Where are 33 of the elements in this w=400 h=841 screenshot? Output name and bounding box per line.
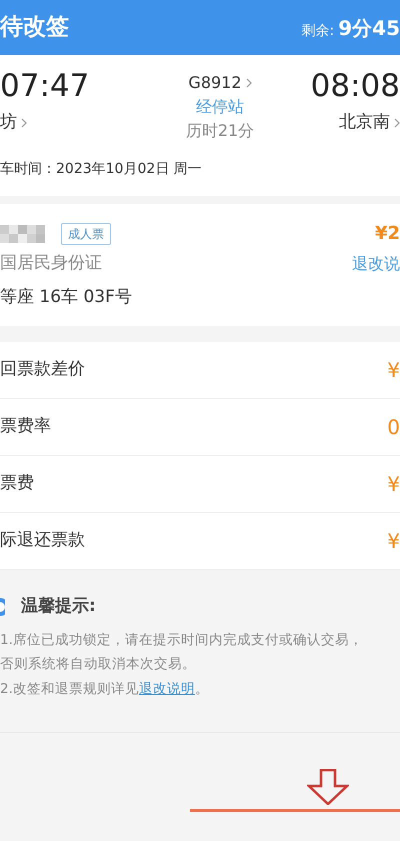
- departure-time: 07:47: [0, 71, 90, 102]
- chevron-icon: [246, 78, 252, 88]
- notice-text: 1.席位已成功锁定，请在提示时间内完成支付或确认交易，否则系统将自动取消本次交易。: [0, 630, 364, 674]
- ticket-type-tag: 成人票: [61, 222, 111, 244]
- ticket-price: ¥2: [374, 222, 400, 246]
- rules-link[interactable]: 退改说: [352, 252, 400, 276]
- duration: 历时21分: [186, 120, 254, 142]
- chevron-icon: [394, 118, 400, 128]
- departure-station: 坊: [0, 111, 17, 134]
- rules-link[interactable]: 退改说明: [138, 681, 195, 698]
- notice-title: 温馨提示:: [21, 595, 96, 618]
- arrival-time: 08:08: [310, 71, 400, 102]
- fee-label: 回票款差价: [0, 358, 85, 382]
- fee-value: 0: [387, 414, 400, 441]
- train-number[interactable]: G8912: [188, 71, 242, 95]
- departure-date: 车时间：2023年10月02日 周一: [0, 160, 203, 179]
- chevron-icon: [21, 118, 27, 128]
- id-type: 国居民身份证: [0, 252, 102, 275]
- fee-value: ¥: [387, 528, 400, 555]
- countdown-value: 9分45: [338, 14, 400, 42]
- arrival-station: 北京南: [338, 111, 390, 134]
- countdown-label: 剩余:: [302, 22, 334, 40]
- fee-label: 际退还票款: [0, 529, 85, 552]
- info-icon: [0, 598, 5, 616]
- down-arrow-icon: [307, 769, 349, 806]
- seat-info: 等座 16车 03F号: [0, 286, 133, 308]
- fee-value: ¥: [387, 471, 400, 498]
- fee-value: ¥: [387, 357, 400, 384]
- stops-link[interactable]: 经停站: [196, 95, 244, 119]
- blurred-name: [0, 224, 45, 242]
- fee-label: 票费率: [0, 415, 51, 438]
- notice-text: 2.改签和退票规则详见退改说明。: [0, 680, 210, 700]
- fee-label: 票费: [0, 472, 34, 496]
